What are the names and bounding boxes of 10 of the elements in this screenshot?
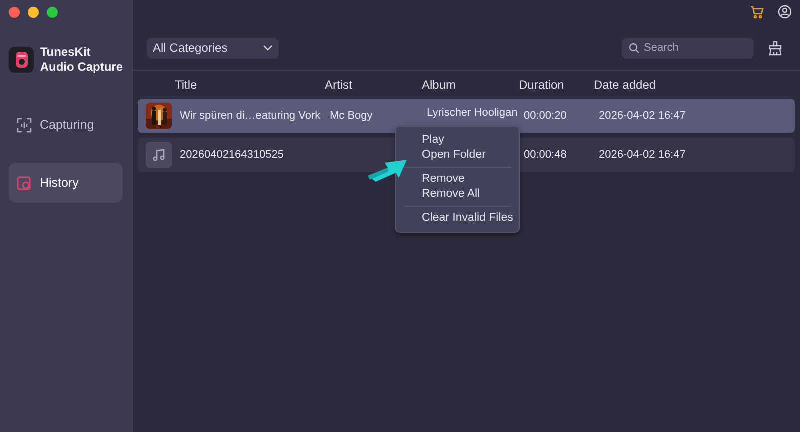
date-cell-text: 2026-04-02 16:47 — [599, 149, 687, 161]
duration-cell-text: 00:00:20 — [524, 110, 568, 122]
duration-cell-text: 00:00:48 — [524, 149, 568, 161]
date-cell-text: 2026-04-02 16:47 — [599, 110, 687, 122]
title-cell-text: 20260402164310525 — [180, 149, 286, 161]
app-name: TunesKit — [40, 45, 92, 60]
album-cell-text: Lyrischer Hooligan — [427, 106, 519, 119]
artist-cell-text: Mc Bogy — [330, 110, 374, 122]
app-subtitle: Audio Capture — [40, 60, 123, 75]
title-cell-text: Wir spüren di…eaturing Vork — [180, 110, 322, 122]
